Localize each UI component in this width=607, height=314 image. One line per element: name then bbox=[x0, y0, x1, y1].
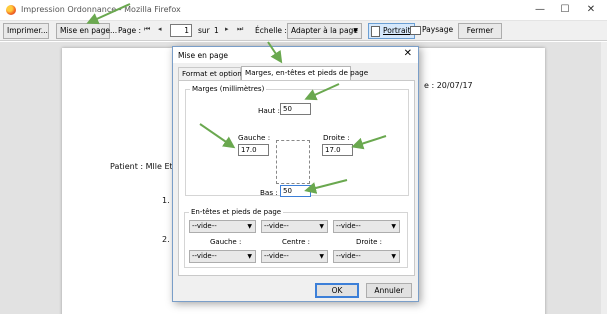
portrait-page-icon bbox=[371, 26, 380, 37]
last-page-icon[interactable]: ⏭ bbox=[237, 25, 243, 34]
landscape-page-icon bbox=[410, 26, 421, 35]
portrait-label: Portrait bbox=[383, 26, 411, 35]
print-preview-toolbar: Imprimer... Mise en page... Page : ⏮ ◂ 1… bbox=[0, 21, 607, 41]
page-setup-button[interactable]: Mise en page... bbox=[56, 23, 117, 39]
headers-footers-legend: En-têtes et pieds de page bbox=[189, 208, 284, 216]
ok-button[interactable]: OK bbox=[315, 283, 359, 298]
footer-right-label: Droite : bbox=[356, 238, 382, 246]
footer-left-select[interactable]: --vide-- ▼ bbox=[189, 250, 256, 263]
top-margin-label: Haut : bbox=[258, 106, 280, 115]
close-preview-button[interactable]: Fermer bbox=[458, 23, 502, 39]
cancel-button[interactable]: Annuler bbox=[366, 283, 412, 298]
item-2: 2. bbox=[162, 235, 170, 244]
item-1: 1. bbox=[162, 196, 170, 205]
patient-text: Patient : Mlle Et bbox=[110, 162, 173, 171]
of-label: sur bbox=[198, 26, 210, 35]
firefox-icon bbox=[6, 5, 16, 15]
page-label: Page : bbox=[118, 26, 142, 35]
scale-select[interactable]: Adapter à la page ▼ bbox=[287, 23, 362, 39]
vertical-scrollbar[interactable] bbox=[601, 42, 607, 314]
footer-center-select[interactable]: --vide-- ▼ bbox=[261, 250, 328, 263]
print-button[interactable]: Imprimer... bbox=[3, 23, 49, 39]
tab-margins-headers[interactable]: Marges, en-têtes et pieds de page bbox=[241, 66, 368, 81]
landscape-button[interactable]: Paysage bbox=[408, 23, 454, 39]
chevron-down-icon: ▼ bbox=[247, 253, 252, 260]
margins-legend: Marges (millimètres) bbox=[190, 85, 267, 93]
chevron-down-icon: ▼ bbox=[247, 223, 252, 230]
scale-label: Échelle : bbox=[255, 26, 287, 35]
right-margin-input[interactable]: 17.0 bbox=[322, 144, 353, 156]
next-page-icon[interactable]: ▸ bbox=[225, 25, 229, 33]
footer-right-select[interactable]: --vide-- ▼ bbox=[333, 250, 400, 263]
window-close-button[interactable]: ✕ bbox=[583, 3, 599, 17]
dialog-title: Mise en page bbox=[178, 51, 228, 60]
footer-left-value: --vide-- bbox=[192, 252, 217, 260]
footer-center-label: Centre : bbox=[282, 238, 310, 246]
dialog-titlebar: Mise en page ✕ bbox=[173, 47, 418, 63]
minimize-button[interactable]: — bbox=[532, 3, 548, 17]
right-margin-label: Droite : bbox=[323, 133, 350, 142]
bottom-margin-input[interactable]: 50 bbox=[280, 185, 311, 197]
header-right-value: --vide-- bbox=[336, 222, 361, 230]
tab-format-options[interactable]: Format et options bbox=[178, 67, 246, 80]
footer-left-label: Gauche : bbox=[210, 238, 242, 246]
previous-page-icon[interactable]: ◂ bbox=[158, 25, 162, 33]
chevron-down-icon: ▼ bbox=[391, 223, 396, 230]
date-text: e : 20/07/17 bbox=[424, 81, 473, 90]
footer-center-value: --vide-- bbox=[264, 252, 289, 260]
chevron-down-icon: ▼ bbox=[353, 27, 358, 34]
window-title: Impression Ordonnance - Mozilla Firefox bbox=[21, 5, 181, 14]
top-margin-input[interactable]: 50 bbox=[280, 103, 311, 115]
window-titlebar: Impression Ordonnance - Mozilla Firefox … bbox=[0, 0, 607, 21]
chevron-down-icon: ▼ bbox=[319, 253, 324, 260]
maximize-button[interactable]: ☐ bbox=[557, 3, 573, 17]
bottom-margin-label: Bas : bbox=[260, 188, 278, 197]
header-right-select[interactable]: --vide-- ▼ bbox=[333, 220, 400, 233]
left-margin-label: Gauche : bbox=[238, 133, 271, 142]
left-margin-input[interactable]: 17.0 bbox=[238, 144, 269, 156]
header-left-value: --vide-- bbox=[192, 222, 217, 230]
scale-value: Adapter à la page bbox=[291, 26, 358, 35]
page-setup-dialog: Mise en page ✕ Format et options Marges,… bbox=[172, 46, 419, 302]
header-center-select[interactable]: --vide-- ▼ bbox=[261, 220, 328, 233]
header-center-value: --vide-- bbox=[264, 222, 289, 230]
total-pages: 1 bbox=[214, 26, 219, 35]
landscape-label: Paysage bbox=[422, 25, 454, 34]
margin-preview-box bbox=[276, 140, 310, 184]
footer-right-value: --vide-- bbox=[336, 252, 361, 260]
close-icon[interactable]: ✕ bbox=[404, 48, 412, 59]
chevron-down-icon: ▼ bbox=[391, 253, 396, 260]
page-number-input[interactable]: 1 bbox=[170, 24, 192, 37]
header-left-select[interactable]: --vide-- ▼ bbox=[189, 220, 256, 233]
chevron-down-icon: ▼ bbox=[319, 223, 324, 230]
first-page-icon[interactable]: ⏮ bbox=[144, 25, 150, 34]
